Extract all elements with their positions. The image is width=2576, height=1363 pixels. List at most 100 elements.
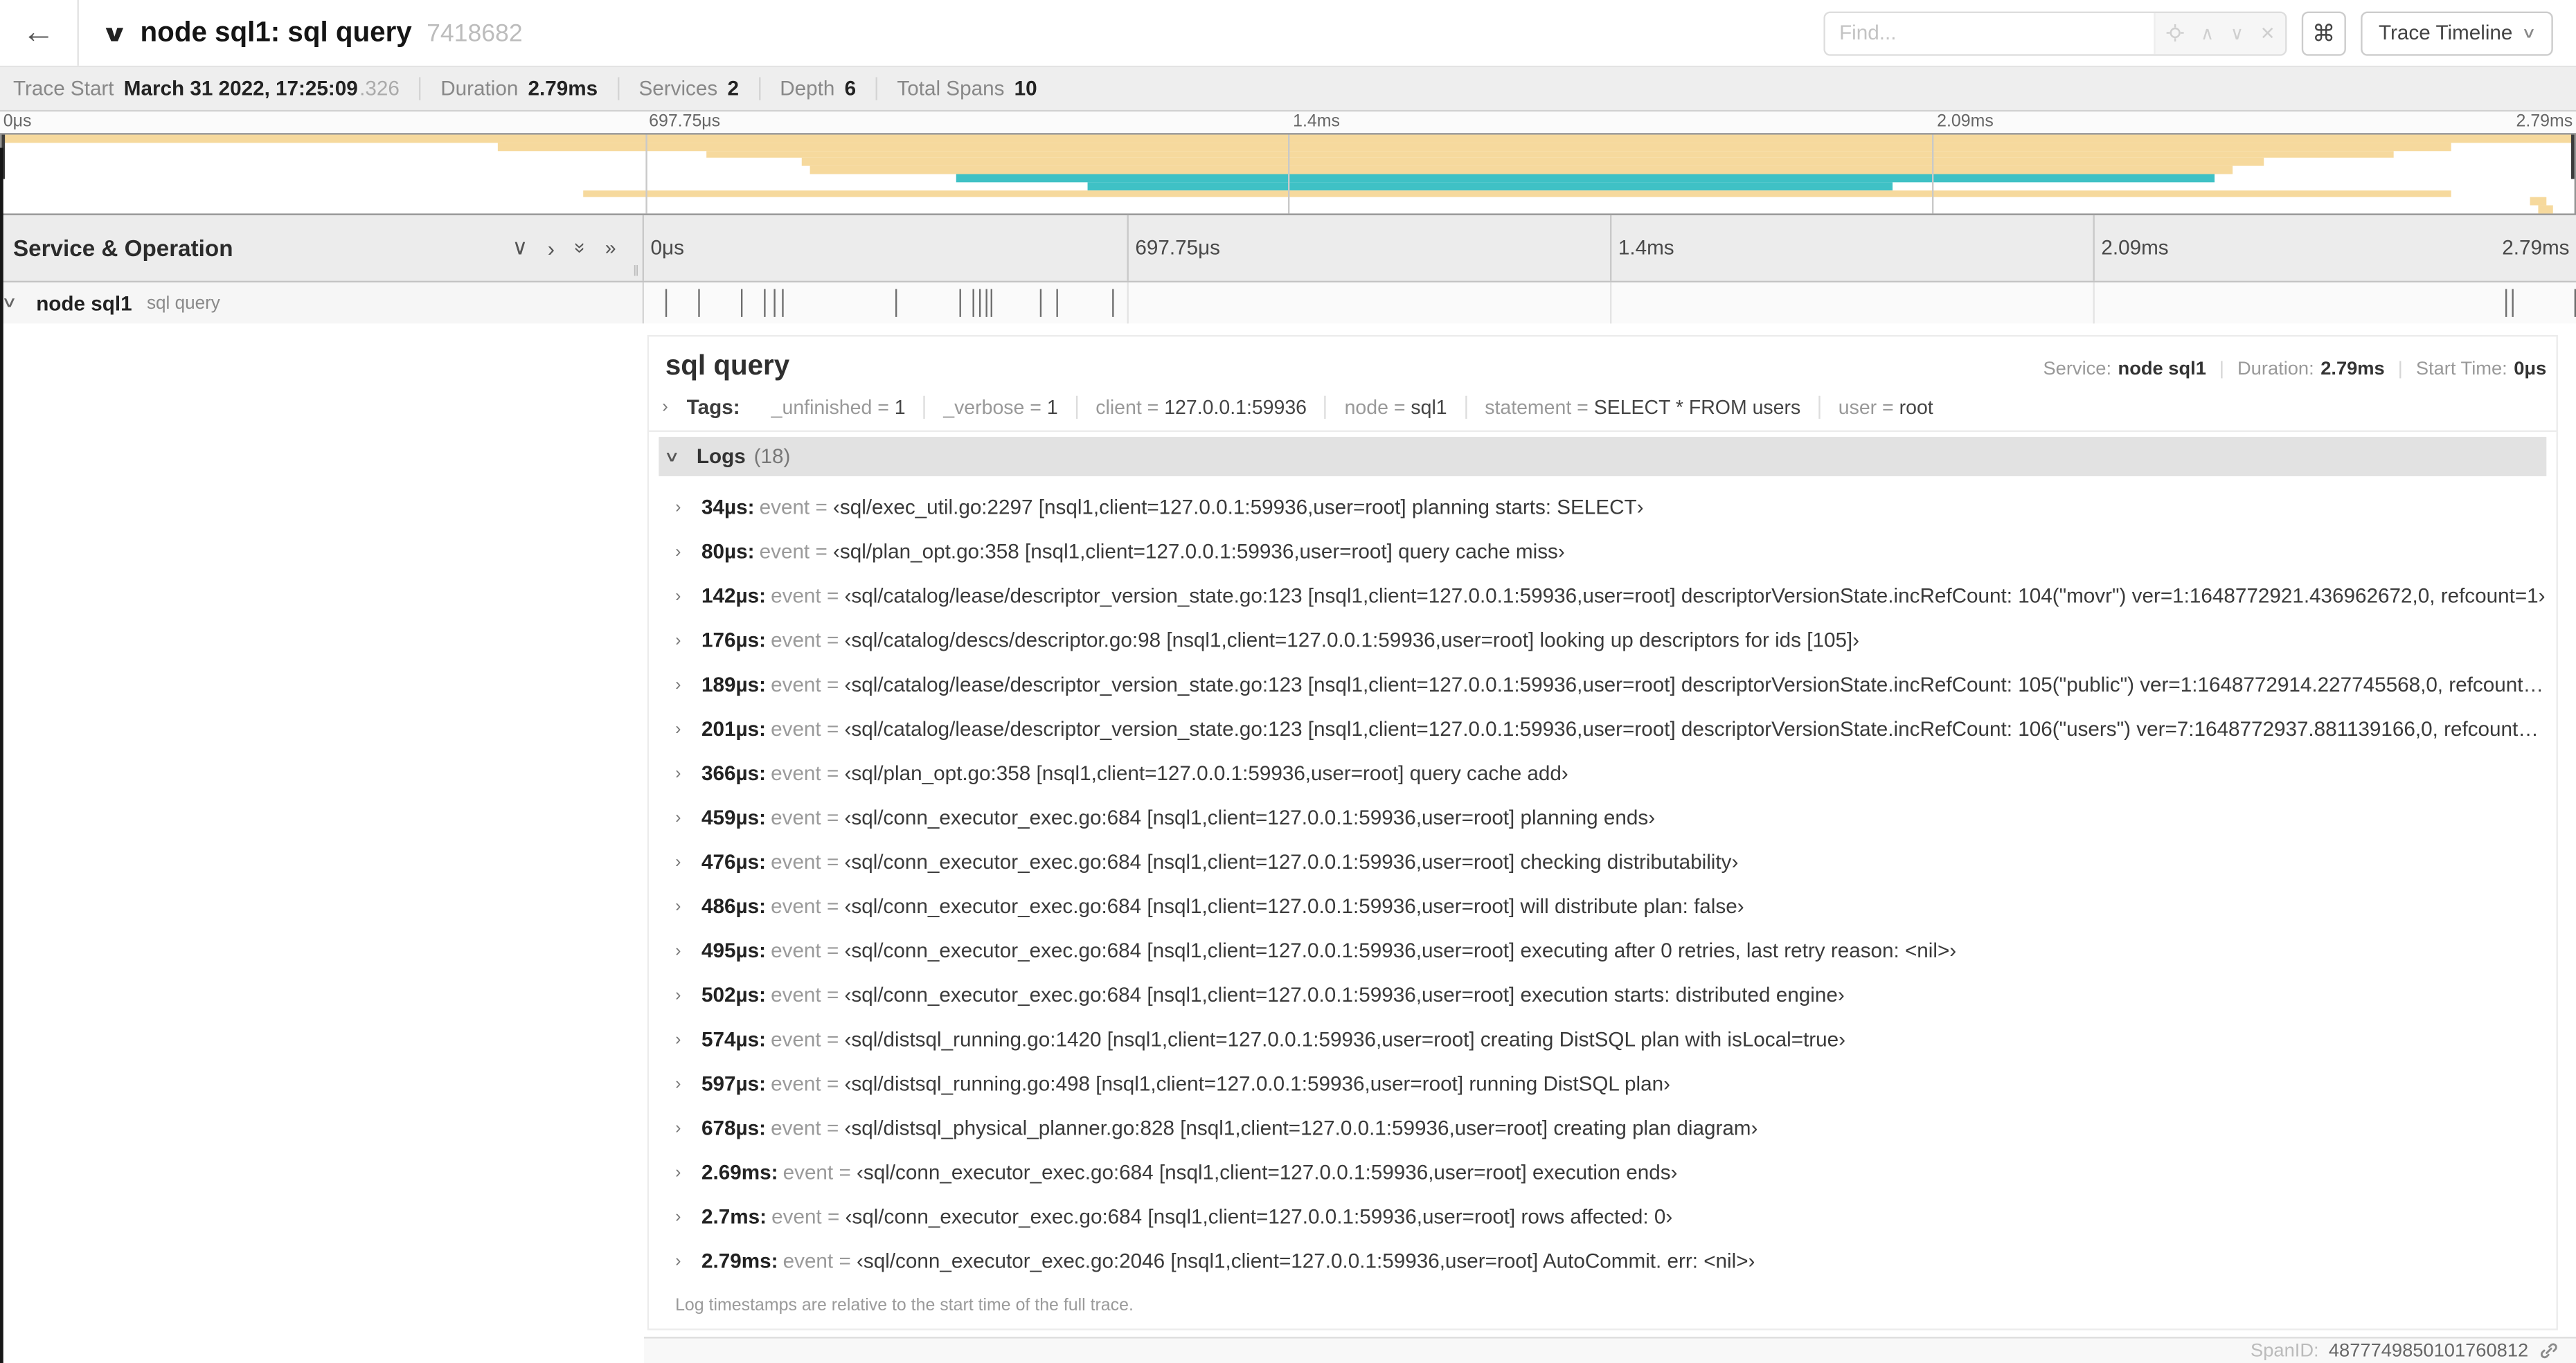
chevron-right-icon: › (675, 674, 697, 694)
span-expand-chevron-icon[interactable]: ∨ (1, 294, 43, 312)
next-result-button[interactable]: ∨ (2230, 22, 2244, 44)
timeline-ruler: 0μs 697.75μs 1.4ms 2.09ms 2.79ms (644, 215, 2576, 281)
detail-row-background (36, 323, 644, 1363)
minimap-gridline (1288, 135, 1289, 214)
log-row[interactable]: ›459µs:event = ‹sql/conn_executor_exec.g… (659, 795, 2546, 839)
collapse-trace-header-chevron-icon[interactable]: ∨ (100, 19, 128, 46)
minimap-span (802, 159, 2263, 166)
minimap-tick: 2.79ms (2516, 111, 2573, 131)
span-name-cell[interactable]: ∨ node sql1 sql query (0, 282, 644, 323)
tag-item: _verbose = 1 (924, 396, 1076, 419)
top-bar: ← ∨ node sql1: sql query 7418682 ∧ ∨ ✕ (0, 0, 2576, 67)
minimap-span (2530, 198, 2546, 206)
tags-accordion[interactable]: › Tags: _unfinished = 1_verbose = 1clien… (649, 389, 2556, 432)
trace-total-spans: Total Spans10 (877, 78, 1057, 100)
logs-section: ∨ Logs (18) ›34µs:event = ‹sql/exec_util… (659, 437, 2546, 1328)
find-input[interactable] (1825, 12, 2153, 53)
log-marker (698, 289, 699, 317)
log-row[interactable]: ›34µs:event = ‹sql/exec_util.go:2297 [ns… (659, 485, 2546, 529)
trace-view-selector[interactable]: Trace Timeline ∨ (2361, 10, 2553, 55)
expand-all-icon[interactable]: » (605, 237, 616, 260)
log-marker (1112, 289, 1113, 317)
span-service-name: node sql1 (36, 291, 132, 314)
tag-item: user = root (1818, 396, 1951, 419)
back-button[interactable]: ← (0, 0, 79, 66)
find-tools: ∧ ∨ ✕ (2153, 12, 2285, 53)
detail-left-gutter (0, 323, 644, 1363)
keyboard-shortcuts-button[interactable]: ⌘ (2302, 10, 2346, 55)
detail-operation-title: sql query (665, 350, 789, 382)
span-bar[interactable] (645, 296, 2574, 310)
column-resizer-handle[interactable]: ‖ (633, 263, 639, 280)
log-row[interactable]: ›495µs:event = ‹sql/conn_executor_exec.g… (659, 928, 2546, 972)
log-row[interactable]: ›201µs:event = ‹sql/catalog/lease/descri… (659, 706, 2546, 750)
chevron-down-icon: ∨ (2522, 24, 2537, 42)
log-row[interactable]: ›2.79ms:event = ‹sql/conn_executor_exec.… (659, 1238, 2546, 1283)
minimap-gridline (645, 135, 646, 214)
collapse-one-icon[interactable]: ∨ (512, 235, 528, 261)
trace-duration: Duration2.79ms (421, 78, 619, 100)
minimap-span (1087, 182, 1893, 190)
span-graph-minimap: 0μs 697.75μs 1.4ms 2.09ms 2.79ms (0, 111, 2576, 215)
logs-accordion-header[interactable]: ∨ Logs (18) (659, 437, 2546, 476)
minimap-tick: 2.09ms (1937, 111, 1994, 131)
log-row[interactable]: ›597µs:event = ‹sql/distsql_running.go:4… (659, 1061, 2546, 1105)
back-arrow-icon: ← (22, 14, 55, 52)
detail-header: sql query Service:node sql1 | Duration:2… (649, 336, 2556, 389)
log-row[interactable]: ›502µs:event = ‹sql/conn_executor_exec.g… (659, 972, 2546, 1016)
top-bar-actions: ∧ ∨ ✕ ⌘ Trace Timeline ∨ (1823, 10, 2576, 55)
minimap-gridline (1931, 135, 1933, 214)
log-marker (764, 289, 766, 317)
minimap-canvas[interactable] (0, 133, 2576, 215)
log-row[interactable]: ›2.7ms:event = ‹sql/conn_executor_exec.g… (659, 1194, 2546, 1238)
minimap-tick-labels: 0μs 697.75μs 1.4ms 2.09ms 2.79ms (0, 111, 2576, 133)
chevron-right-icon: › (662, 397, 687, 417)
spanid-label: SpanID: (2251, 1341, 2319, 1360)
prev-result-button[interactable]: ∧ (2201, 22, 2214, 44)
detail-gap (644, 1330, 2576, 1337)
trace-services: Services2 (619, 78, 760, 100)
minimap-span (2539, 206, 2554, 213)
minimap-span (498, 143, 2451, 150)
deep-link-icon[interactable] (2538, 1340, 2559, 1362)
log-marker (2505, 289, 2507, 317)
span-detail-row: sql query Service:node sql1 | Duration:2… (0, 323, 2576, 1363)
spanid-strip: SpanID: 4877749850101760812 (644, 1337, 2576, 1363)
log-row[interactable]: ›80µs:event = ‹sql/plan_opt.go:358 [nsql… (659, 529, 2546, 573)
trace-start: Trace Start March 31 2022, 17:25:09 .326 (13, 78, 421, 100)
minimap-right-scrubber[interactable] (2571, 135, 2575, 179)
tag-item: client = 127.0.0.1:59936 (1076, 396, 1325, 419)
ruler-cell: 697.75μs (1127, 215, 1611, 281)
trace-view-label: Trace Timeline (2379, 21, 2512, 44)
span-duration-track[interactable] (644, 282, 2576, 323)
log-marker (782, 289, 783, 317)
chevron-right-icon: › (675, 851, 697, 871)
log-row[interactable]: ›366µs:event = ‹sql/plan_opt.go:358 [nsq… (659, 750, 2546, 795)
locate-icon[interactable] (2165, 23, 2184, 42)
log-row[interactable]: ›476µs:event = ‹sql/conn_executor_exec.g… (659, 839, 2546, 883)
minimap-span (810, 166, 2233, 174)
logs-list: ›34µs:event = ‹sql/exec_util.go:2297 [ns… (659, 476, 2546, 1283)
expand-one-icon[interactable]: › (548, 235, 555, 260)
trace-id: 7418682 (427, 19, 523, 46)
trace-page: ← ∨ node sql1: sql query 7418682 ∧ ∨ ✕ (0, 0, 2576, 1363)
chevron-right-icon: › (675, 807, 697, 827)
tag-item: statement = SELECT * FROM users (1465, 396, 1819, 419)
service-operation-header: Service & Operation ∨ › » » ‖ (0, 215, 644, 281)
detail-header-meta: Service:node sql1 | Duration:2.79ms | St… (2043, 360, 2546, 379)
collapse-controls: ∨ › » » (512, 235, 643, 261)
log-marker (2512, 289, 2513, 317)
log-row[interactable]: ›574µs:event = ‹sql/distsql_running.go:1… (659, 1017, 2546, 1061)
log-row[interactable]: ›142µs:event = ‹sql/catalog/lease/descri… (659, 573, 2546, 617)
log-row[interactable]: ›176µs:event = ‹sql/catalog/descs/descri… (659, 617, 2546, 662)
collapse-all-icon[interactable]: » (569, 242, 591, 253)
timeline-header-row: Service & Operation ∨ › » » ‖ 0μs 697.75… (0, 215, 2576, 282)
clear-search-button[interactable]: ✕ (2260, 22, 2275, 44)
log-row[interactable]: ›189µs:event = ‹sql/catalog/lease/descri… (659, 662, 2546, 706)
logs-label: Logs (697, 445, 746, 468)
minimap-span (706, 150, 2394, 158)
log-row[interactable]: ›2.69ms:event = ‹sql/conn_executor_exec.… (659, 1150, 2546, 1194)
log-row[interactable]: ›678µs:event = ‹sql/distsql_physical_pla… (659, 1105, 2546, 1150)
log-row[interactable]: ›486µs:event = ‹sql/conn_executor_exec.g… (659, 883, 2546, 928)
log-marker (896, 289, 897, 317)
